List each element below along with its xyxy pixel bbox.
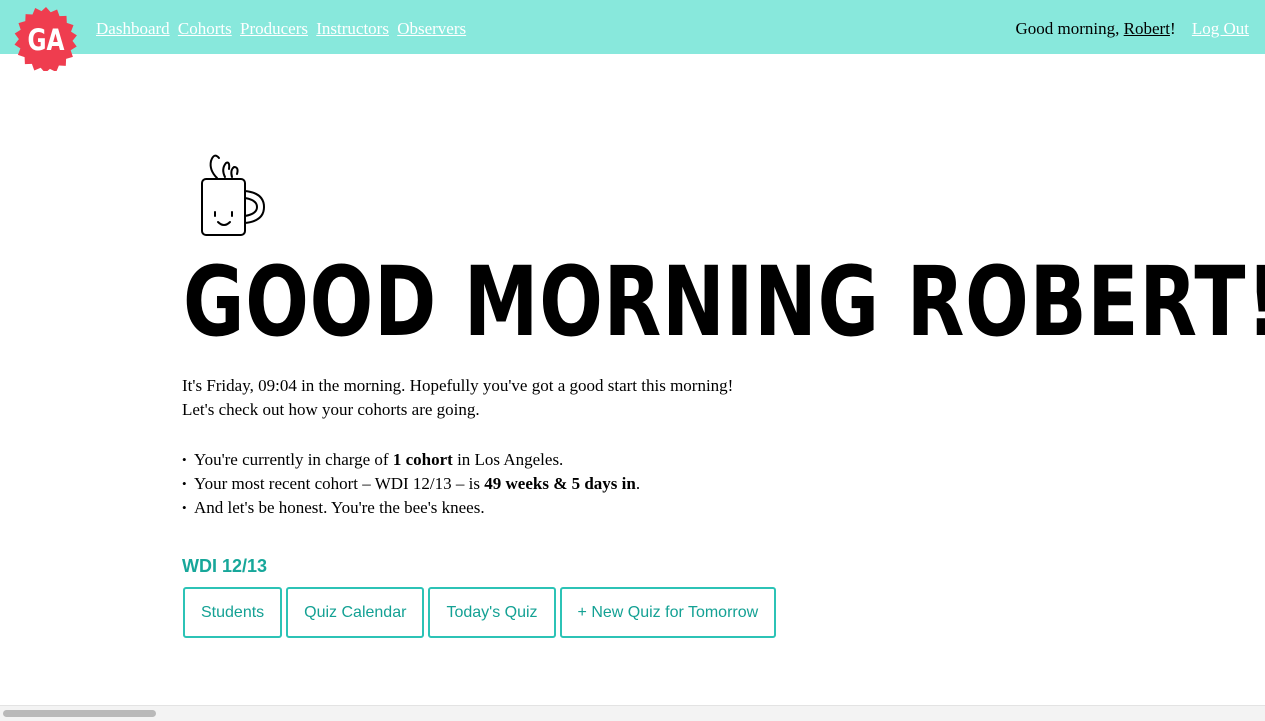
cohort-name: WDI 12/13	[182, 556, 268, 576]
user-greeting: Good morning, Robert! Log Out	[1016, 19, 1249, 39]
nav-link-cohorts[interactable]: Cohorts	[178, 19, 232, 38]
nav-link-observers[interactable]: Observers	[397, 19, 466, 38]
cohort-actions: Students Quiz Calendar Today's Quiz + Ne…	[183, 587, 777, 638]
scrollbar-thumb[interactable]	[3, 710, 156, 717]
summary-list: You're currently in charge of 1 cohort i…	[182, 448, 640, 520]
page-title: GOOD MORNING ROBERT!	[183, 246, 1265, 358]
summary-text: Your most recent cohort – WDI 12/13 – is	[194, 474, 485, 493]
greeting-prefix: Good morning,	[1015, 19, 1124, 38]
nav-link-instructors[interactable]: Instructors	[316, 19, 389, 38]
coffee-mug-icon	[201, 154, 266, 236]
greeting-suffix: !	[1169, 19, 1176, 38]
horizontal-scrollbar[interactable]	[0, 705, 1265, 721]
summary-item-recent-cohort: Your most recent cohort – WDI 12/13 – is…	[182, 472, 640, 496]
summary-item-cohort-count: You're currently in charge of 1 cohort i…	[182, 448, 640, 472]
intro-line-1-end: in the morning. Hopefully you've got a g…	[296, 376, 734, 395]
ga-logo[interactable]: GA	[14, 7, 78, 71]
new-quiz-button[interactable]: + New Quiz for Tomorrow	[559, 587, 777, 638]
todays-quiz-button[interactable]: Today's Quiz	[428, 587, 556, 638]
user-profile-link[interactable]: Robert	[1124, 19, 1170, 38]
nav-link-dashboard[interactable]: Dashboard	[96, 19, 170, 38]
intro-line-1-start: It's Friday,	[182, 376, 259, 395]
logout-link[interactable]: Log Out	[1192, 19, 1249, 38]
intro-text: It's Friday, 09:04 in the morning. Hopef…	[182, 374, 882, 422]
cohort-duration: 49 weeks & 5 days in	[484, 474, 636, 493]
top-navbar: Dashboard Cohorts Producers Instructors …	[0, 0, 1265, 54]
summary-text: You're currently in charge of	[194, 450, 393, 469]
cohort-count: 1 cohort	[392, 450, 453, 469]
quiz-calendar-button[interactable]: Quiz Calendar	[286, 587, 425, 638]
summary-text: in Los Angeles.	[452, 450, 564, 469]
students-button[interactable]: Students	[183, 587, 283, 638]
nav-link-producers[interactable]: Producers	[240, 19, 308, 38]
summary-text: .	[635, 474, 641, 493]
logo-text: GA	[28, 25, 66, 58]
summary-item-compliment: And let's be honest. You're the bee's kn…	[182, 496, 640, 520]
current-time: 09:04	[258, 376, 297, 395]
intro-line-1: It's Friday, 09:04 in the morning. Hopef…	[182, 374, 882, 398]
main-nav: Dashboard Cohorts Producers Instructors …	[96, 19, 470, 39]
intro-line-2: Let's check out how your cohorts are goi…	[182, 400, 480, 419]
